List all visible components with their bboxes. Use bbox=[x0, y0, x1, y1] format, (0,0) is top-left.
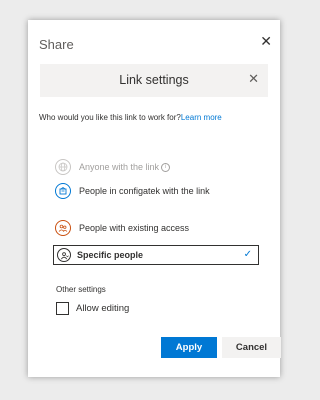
close-icon[interactable]: ✕ bbox=[260, 34, 272, 48]
allow-editing-row[interactable]: Allow editing bbox=[56, 302, 129, 315]
option-label: People in configatek with the link bbox=[79, 186, 210, 196]
dialog-title: Share bbox=[39, 37, 74, 52]
link-settings-title: Link settings bbox=[119, 73, 189, 87]
person-icon bbox=[57, 248, 71, 262]
share-dialog: Share ✕ Link settings ✕ Who would you li… bbox=[28, 20, 281, 377]
allow-editing-label: Allow editing bbox=[76, 303, 130, 314]
option-label: People with existing access bbox=[79, 223, 190, 233]
option-people-in-org[interactable]: People in configatek with the link bbox=[55, 183, 261, 199]
cancel-button[interactable]: Cancel bbox=[222, 337, 281, 358]
option-anyone-with-link: Anyone with the link i bbox=[55, 159, 261, 175]
learn-more-link[interactable]: Learn more bbox=[181, 113, 222, 122]
link-settings-header: Link settings ✕ bbox=[40, 64, 268, 97]
option-specific-people[interactable]: Specific people ✓ bbox=[53, 245, 259, 265]
people-icon bbox=[55, 220, 71, 236]
question-text: Who would you like this link to work for… bbox=[39, 113, 181, 122]
option-label: Anyone with the link i bbox=[79, 161, 171, 173]
building-icon bbox=[55, 183, 71, 199]
globe-icon bbox=[55, 159, 71, 175]
option-existing-access[interactable]: People with existing access bbox=[55, 220, 261, 236]
link-audience-question: Who would you like this link to work for… bbox=[39, 113, 222, 122]
checkmark-icon: ✓ bbox=[243, 249, 252, 260]
close-icon[interactable]: ✕ bbox=[248, 72, 259, 86]
info-icon[interactable]: i bbox=[161, 163, 171, 173]
apply-button[interactable]: Apply bbox=[161, 337, 217, 358]
other-settings-heading: Other settings bbox=[56, 285, 106, 294]
option-label: Specific people bbox=[77, 250, 144, 260]
allow-editing-checkbox[interactable] bbox=[56, 302, 69, 315]
